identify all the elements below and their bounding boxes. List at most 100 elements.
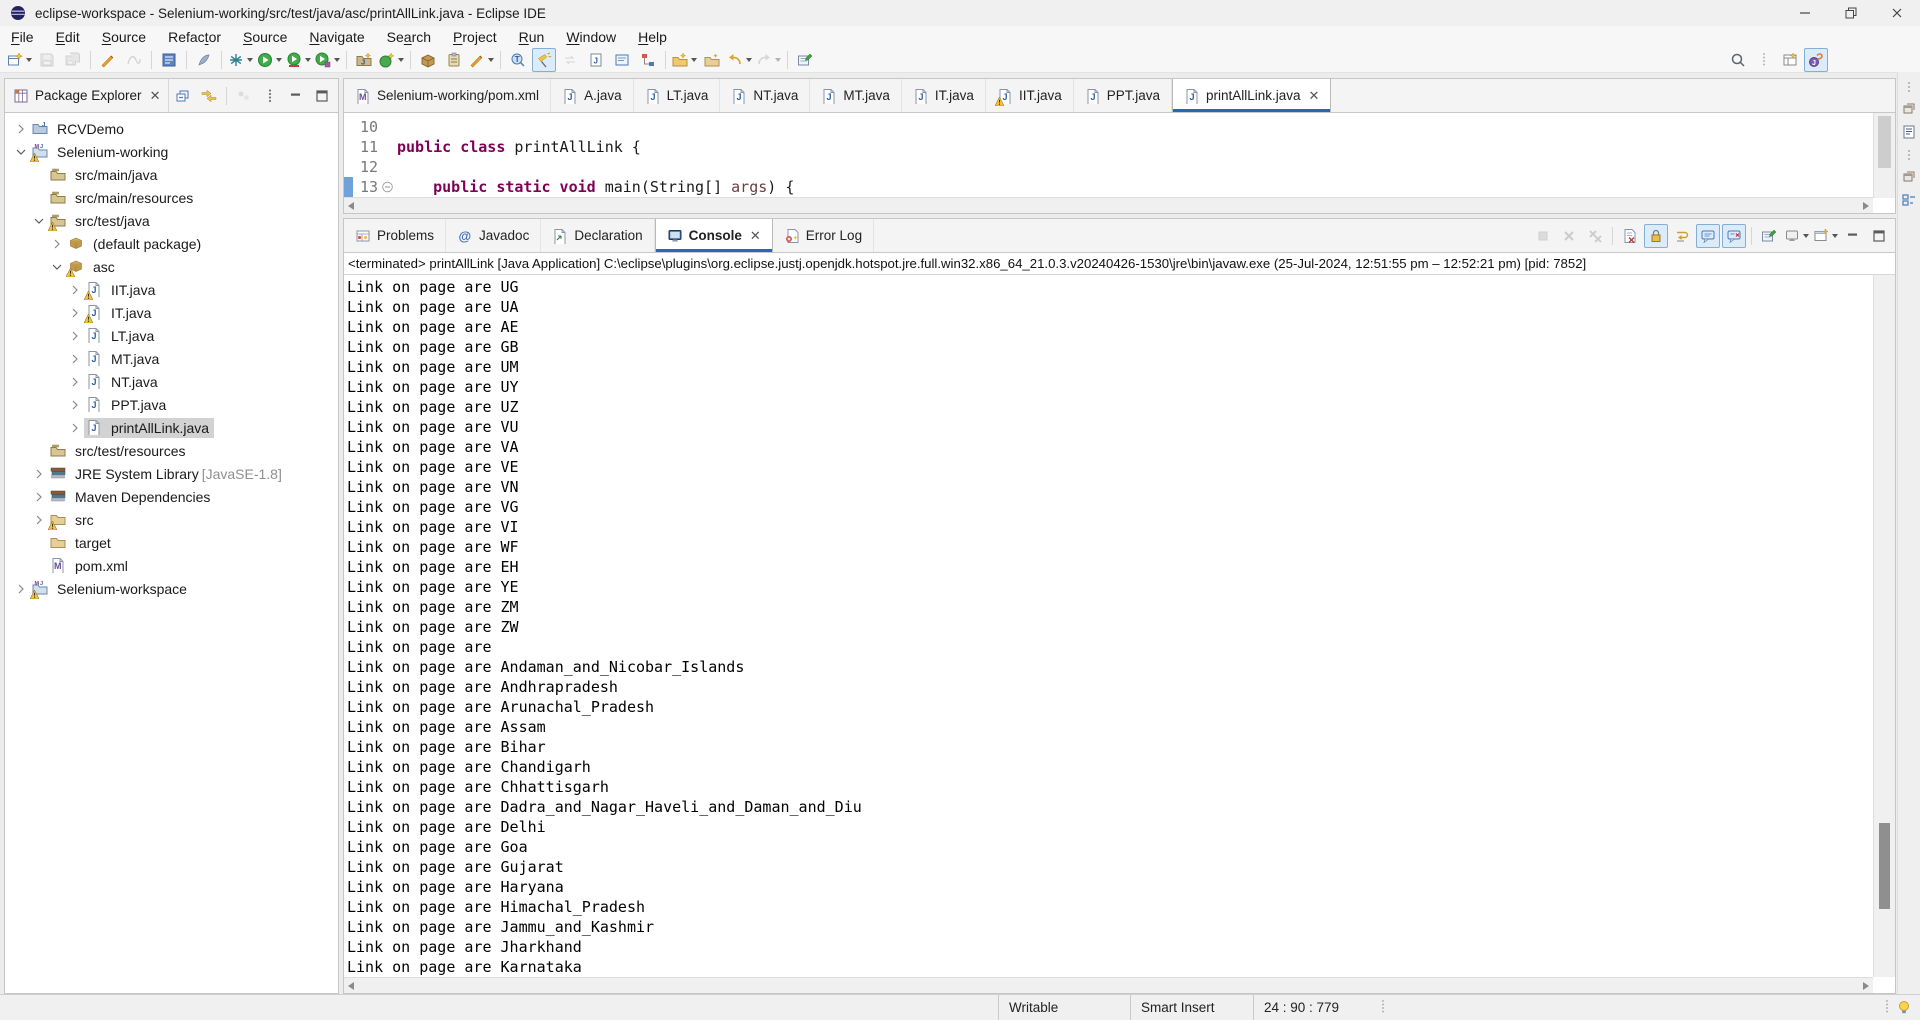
mark-occurrences-button[interactable] — [192, 48, 216, 72]
last-edit-location-button[interactable] — [671, 48, 698, 72]
dropdown-arrow-icon[interactable] — [398, 58, 404, 62]
tree-item-src-main-java[interactable]: src/main/java — [5, 163, 338, 186]
chevron-collapsed-icon[interactable] — [67, 305, 83, 321]
chevron-collapsed-icon[interactable] — [67, 397, 83, 413]
tip-bulb-icon[interactable] — [1896, 999, 1912, 1015]
open-element-button[interactable] — [157, 48, 181, 72]
minimize-window-button[interactable] — [1782, 0, 1828, 26]
tree-item-src[interactable]: src — [5, 508, 338, 531]
tree-item-it-java[interactable]: JIT.java — [5, 301, 338, 324]
remove-all-launches-button[interactable] — [1583, 224, 1607, 248]
word-wrap-button[interactable] — [1670, 224, 1694, 248]
console-tab-declaration[interactable]: Declaration — [541, 219, 654, 252]
search-button[interactable] — [532, 48, 556, 72]
annotate-code-button[interactable] — [468, 48, 495, 72]
close-icon[interactable]: ✕ — [1309, 88, 1320, 104]
restore-view-button[interactable] — [1901, 100, 1917, 116]
chevron-expanded-icon[interactable] — [49, 259, 65, 275]
maximize-window-button[interactable] — [1828, 0, 1874, 26]
outline-view-button[interactable] — [1901, 124, 1917, 140]
dropdown-arrow-icon[interactable] — [247, 58, 253, 62]
tree-item-target[interactable]: target — [5, 531, 338, 554]
scrollbar-thumb[interactable] — [1879, 823, 1890, 909]
profile-button[interactable] — [314, 48, 341, 72]
dropdown-arrow-icon[interactable] — [775, 58, 781, 62]
new-package-button[interactable] — [416, 48, 440, 72]
open-task-button[interactable] — [442, 48, 466, 72]
compare-button[interactable] — [558, 48, 582, 72]
package-explorer-tab[interactable]: Package Explorer ✕ — [5, 79, 169, 112]
show-on-stdout-button[interactable] — [1696, 224, 1720, 248]
forward-button[interactable] — [755, 48, 782, 72]
menu-help[interactable]: Help — [627, 28, 678, 46]
menu-window[interactable]: Window — [555, 28, 627, 46]
editor-tab-ppt-java[interactable]: JPPT.java — [1074, 79, 1172, 112]
open-perspective-button[interactable] — [1778, 48, 1802, 72]
editor-tab-selenium-working-pom-xml[interactable]: MSelenium-working/pom.xml — [344, 79, 551, 112]
minimize-view-button[interactable] — [284, 84, 308, 108]
menu-project[interactable]: Project — [442, 28, 508, 46]
show-console-button[interactable] — [610, 48, 634, 72]
chevron-collapsed-icon[interactable] — [31, 512, 47, 528]
editor-tab-a-java[interactable]: JA.java — [551, 79, 634, 112]
editor-tab-mt-java[interactable]: JMT.java — [810, 79, 902, 112]
dropdown-arrow-icon[interactable] — [1832, 234, 1838, 238]
tree-item-printalllink-java[interactable]: JprintAllLink.java — [5, 416, 338, 439]
chevron-expanded-icon[interactable] — [13, 144, 29, 160]
chevron-collapsed-icon[interactable] — [67, 282, 83, 298]
console-vertical-scrollbar[interactable] — [1873, 275, 1895, 977]
terminate-button[interactable] — [1531, 224, 1555, 248]
task-list-view-button[interactable] — [1901, 192, 1917, 208]
new-class-button[interactable] — [378, 48, 405, 72]
scroll-left-icon[interactable] — [348, 982, 354, 990]
close-window-button[interactable] — [1874, 0, 1920, 26]
tree-item-selenium-workspace[interactable]: MJSelenium-workspace — [5, 577, 338, 600]
menu-file[interactable]: File — [0, 28, 45, 46]
sketch-button[interactable] — [122, 48, 146, 72]
chevron-collapsed-icon[interactable] — [67, 374, 83, 390]
java-perspective-button[interactable]: J — [1804, 48, 1828, 72]
type-hierarchy-button[interactable] — [636, 48, 660, 72]
dropdown-arrow-icon[interactable] — [691, 58, 697, 62]
dropdown-arrow-icon[interactable] — [26, 58, 32, 62]
tree-item-src-test-resources[interactable]: src/test/resources — [5, 439, 338, 462]
tree-item-nt-java[interactable]: JNT.java — [5, 370, 338, 393]
tree-item-jre-system-library[interactable]: JRE System Library [JavaSE-1.8] — [5, 462, 338, 485]
console-tab-console[interactable]: Console✕ — [655, 219, 773, 252]
run-button[interactable] — [256, 48, 283, 72]
dropdown-arrow-icon[interactable] — [305, 58, 311, 62]
dropdown-arrow-icon[interactable] — [276, 58, 282, 62]
editor-tab-it-java[interactable]: JIT.java — [902, 79, 986, 112]
scroll-right-icon[interactable] — [1863, 982, 1869, 990]
chevron-collapsed-icon[interactable] — [13, 121, 29, 137]
console-tab-error-log[interactable]: Error Log — [773, 219, 874, 252]
dropdown-arrow-icon[interactable] — [1803, 234, 1809, 238]
tree-item-pom-xml[interactable]: Mpom.xml — [5, 554, 338, 577]
dropdown-arrow-icon[interactable] — [334, 58, 340, 62]
dropdown-arrow-icon[interactable] — [488, 58, 494, 62]
scroll-left-icon[interactable] — [348, 202, 354, 210]
tree-item-src-main-resources[interactable]: src/main/resources — [5, 186, 338, 209]
chevron-collapsed-icon[interactable] — [67, 420, 83, 436]
console-horizontal-scrollbar[interactable] — [344, 977, 1873, 993]
clear-console-button[interactable] — [1618, 224, 1642, 248]
tree-item-lt-java[interactable]: JLT.java — [5, 324, 338, 347]
menu-search[interactable]: Search — [376, 28, 442, 46]
tree-item-selenium-working[interactable]: MJSelenium-working — [5, 140, 338, 163]
console-tab-javadoc[interactable]: @Javadoc — [446, 219, 541, 252]
next-edit-location-button[interactable] — [700, 48, 724, 72]
chevron-expanded-icon[interactable] — [31, 213, 47, 229]
chevron-collapsed-icon[interactable] — [31, 489, 47, 505]
open-type-button[interactable]: T — [506, 48, 530, 72]
menu-edit[interactable]: Edit — [45, 28, 91, 46]
menu-source-2[interactable]: Source — [232, 28, 298, 46]
chevron-collapsed-icon[interactable] — [49, 236, 65, 252]
link-with-editor-button[interactable] — [197, 84, 221, 108]
show-javadoc-button[interactable]: J — [584, 48, 608, 72]
close-icon[interactable]: ✕ — [750, 228, 761, 244]
close-icon[interactable]: ✕ — [150, 88, 161, 104]
focus-on-active-task-button[interactable] — [232, 84, 256, 108]
chevron-collapsed-icon[interactable] — [31, 466, 47, 482]
tree-item--default-package-[interactable]: (default package) — [5, 232, 338, 255]
editor-tab-printalllink-java[interactable]: JprintAllLink.java✕ — [1172, 79, 1331, 112]
